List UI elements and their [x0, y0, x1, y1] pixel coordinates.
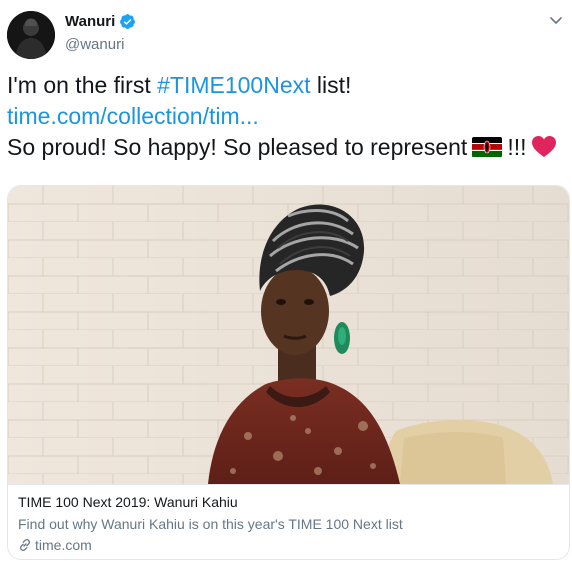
card-domain: time.com [18, 537, 92, 553]
card-photo [8, 186, 569, 484]
tweet-line-1: I'm on the first #TIME100Next list! [7, 70, 567, 101]
link-card[interactable]: TIME 100 Next 2019: Wanuri Kahiu Find ou… [7, 185, 570, 560]
tweet-line-3: So proud! So happy! So pleased to repres… [7, 132, 567, 163]
display-name[interactable]: Wanuri [65, 13, 136, 30]
verified-badge-icon [119, 13, 136, 30]
avatar[interactable] [7, 11, 55, 59]
card-description: Find out why Wanuri Kahiu is on this yea… [18, 516, 403, 532]
tweet-text-segment: I'm on the first [7, 72, 158, 98]
card-title[interactable]: TIME 100 Next 2019: Wanuri Kahiu [18, 494, 238, 510]
chevron-down-icon[interactable] [548, 12, 564, 28]
kenya-flag-icon [472, 134, 503, 157]
tweet-text-segment: So proud! So happy! So pleased to repres… [7, 134, 468, 160]
hashtag-link[interactable]: #TIME100Next [157, 72, 310, 98]
card-domain-text: time.com [35, 537, 92, 553]
tweet-text-segment: list! [310, 72, 352, 98]
tweet-text-segment: !!! [507, 134, 527, 160]
card-body[interactable]: TIME 100 Next 2019: Wanuri Kahiu Find ou… [8, 484, 569, 559]
red-heart-icon [531, 135, 557, 159]
link-icon [18, 538, 32, 552]
tweet-text: I'm on the first #TIME100Next list! time… [7, 70, 567, 163]
tweet-url-link[interactable]: time.com/collection/tim... [7, 101, 567, 132]
user-handle[interactable]: @wanuri [65, 36, 124, 53]
display-name-text: Wanuri [65, 13, 116, 30]
